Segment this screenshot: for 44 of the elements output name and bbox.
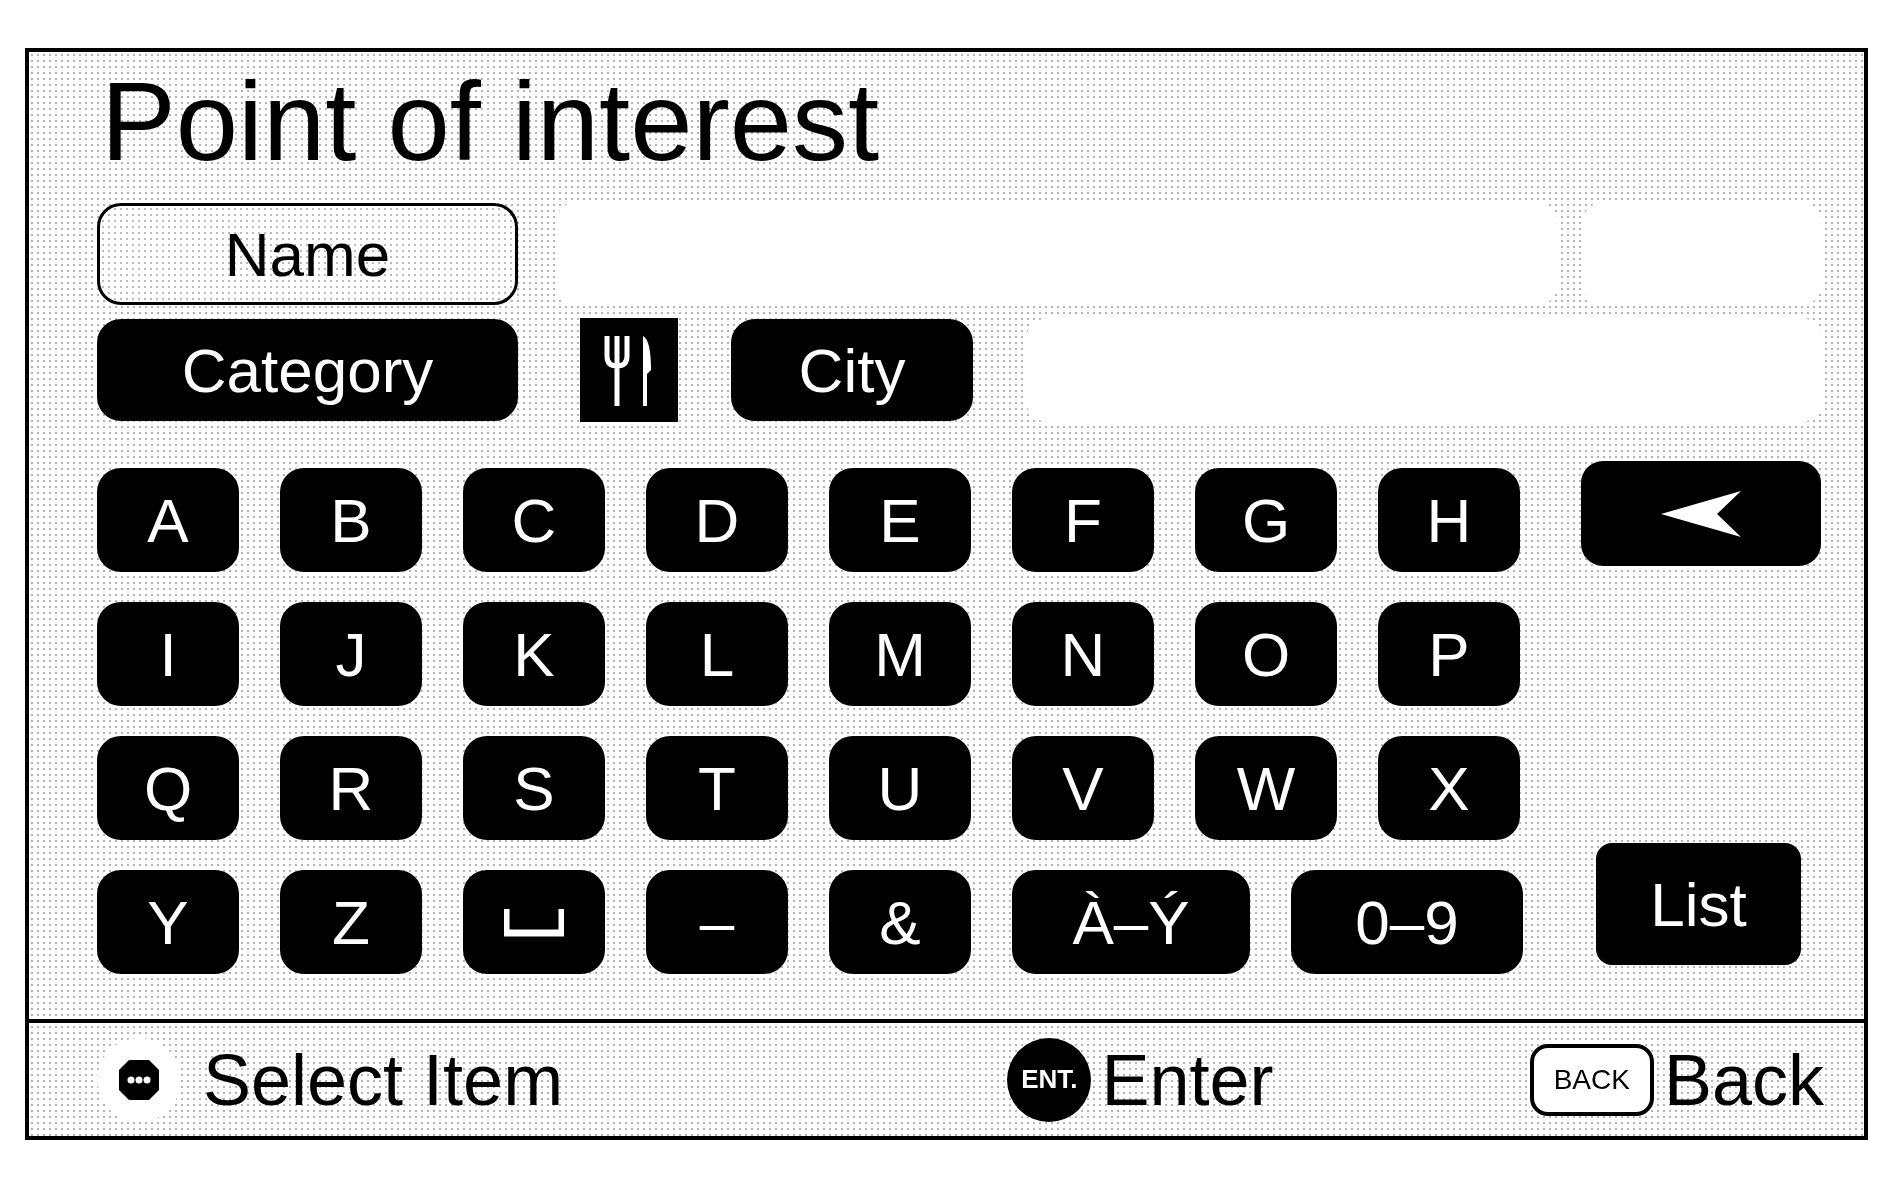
- fork-knife-icon: [580, 318, 678, 422]
- backspace-button[interactable]: [1581, 461, 1821, 566]
- key[interactable]: À–Ý: [1012, 870, 1250, 974]
- key[interactable]: L: [646, 602, 788, 706]
- key[interactable]: M: [829, 602, 971, 706]
- key[interactable]: X: [1378, 736, 1520, 840]
- key[interactable]: E: [829, 468, 971, 572]
- hint-label: Select Item: [203, 1038, 564, 1121]
- key[interactable]: N: [1012, 602, 1154, 706]
- key[interactable]: Q: [97, 736, 239, 840]
- key[interactable]: D: [646, 468, 788, 572]
- key[interactable]: S: [463, 736, 605, 840]
- key[interactable]: T: [646, 736, 788, 840]
- key[interactable]: C: [463, 468, 605, 572]
- hint-label: Enter: [1101, 1038, 1274, 1121]
- key[interactable]: U: [829, 736, 971, 840]
- name-button[interactable]: Name: [97, 203, 518, 305]
- key[interactable]: &: [829, 870, 971, 974]
- key[interactable]: K: [463, 602, 605, 706]
- key[interactable]: I: [97, 602, 239, 706]
- key[interactable]: V: [1012, 736, 1154, 840]
- key[interactable]: –: [646, 870, 788, 974]
- list-button[interactable]: List: [1596, 843, 1801, 965]
- key[interactable]: H: [1378, 468, 1520, 572]
- key[interactable]: J: [280, 602, 422, 706]
- key[interactable]: W: [1195, 736, 1337, 840]
- key[interactable]: F: [1012, 468, 1154, 572]
- key[interactable]: A: [97, 468, 239, 572]
- space-icon: [504, 907, 564, 937]
- key[interactable]: O: [1195, 602, 1337, 706]
- category-button[interactable]: Category: [97, 319, 518, 421]
- key[interactable]: 0–9: [1291, 870, 1523, 974]
- key[interactable]: Z: [280, 870, 422, 974]
- enter-badge: ENT.: [1007, 1037, 1092, 1122]
- city-button[interactable]: City: [731, 319, 973, 421]
- key[interactable]: R: [280, 736, 422, 840]
- back-badge: BACK: [1529, 1043, 1654, 1116]
- key[interactable]: G: [1195, 468, 1337, 572]
- key[interactable]: B: [280, 468, 422, 572]
- key[interactable]: P: [1378, 602, 1520, 706]
- hint-label: Back: [1663, 1038, 1824, 1121]
- key[interactable]: Y: [97, 870, 239, 974]
- space-key[interactable]: [463, 870, 605, 974]
- screen-title: Point of interest: [101, 58, 881, 186]
